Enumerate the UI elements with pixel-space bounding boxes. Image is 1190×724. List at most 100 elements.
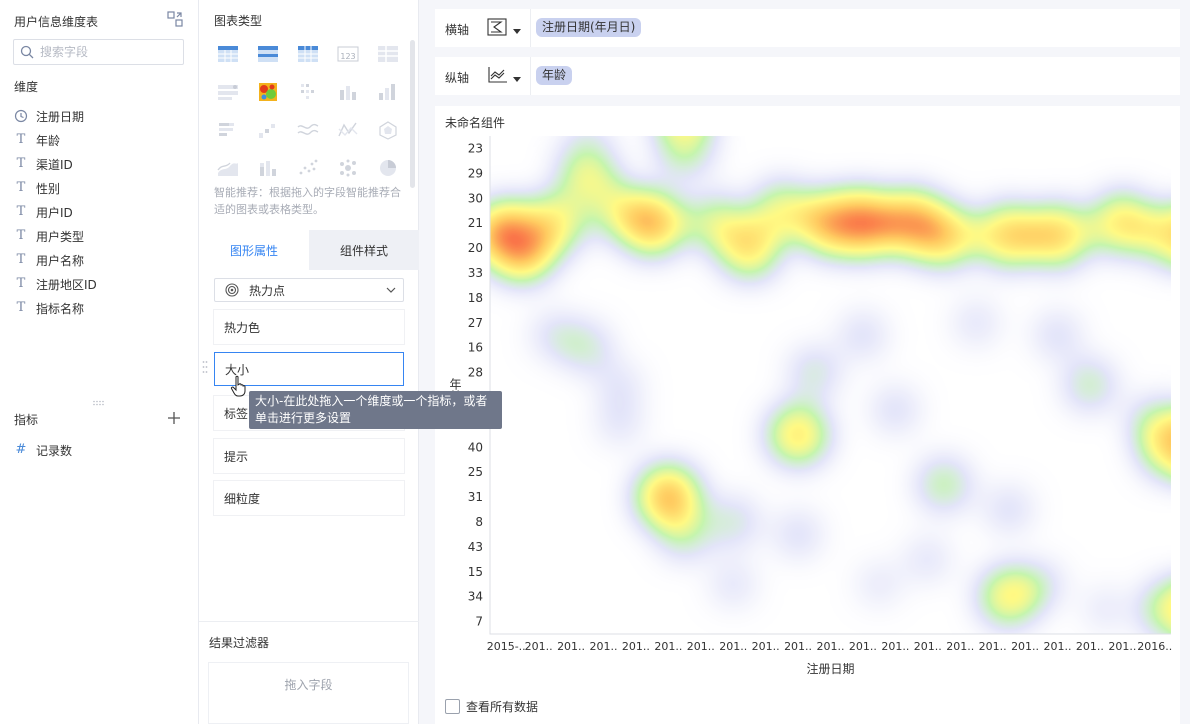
stacked-column-icon[interactable]	[256, 157, 280, 179]
x-tick-label: 201..	[914, 640, 942, 653]
show-all-data-label: 查看所有数据	[466, 700, 539, 714]
chart-types-scrollbar[interactable]	[410, 40, 415, 188]
x-axis-field-pill[interactable]: 注册日期(年月日)	[536, 18, 642, 37]
field-item[interactable]: T 用户ID	[14, 201, 73, 223]
heat-point[interactable]	[912, 204, 976, 267]
add-metric-icon[interactable]	[166, 410, 182, 426]
heat-point[interactable]	[1064, 360, 1115, 410]
text-type-icon: T	[16, 300, 26, 315]
caret-down-icon[interactable]	[513, 29, 521, 35]
field-item[interactable]: T 用户名称	[14, 249, 84, 271]
x-axis-type-icon[interactable]	[487, 18, 509, 36]
heat-point[interactable]	[711, 562, 755, 606]
heat-point[interactable]	[619, 190, 685, 256]
list-icon[interactable]	[216, 81, 240, 103]
checkbox-box[interactable]	[445, 699, 460, 714]
heat-point[interactable]	[918, 458, 970, 511]
y-axis-field-pill[interactable]: 年龄	[536, 66, 573, 85]
x-tick-label: 201..	[719, 640, 747, 653]
detail-table-icon[interactable]	[376, 43, 400, 65]
y-tick-label: 33	[468, 266, 483, 280]
heat-point[interactable]	[525, 193, 585, 253]
search-input[interactable]	[40, 43, 180, 61]
y-tick-label: 15	[468, 565, 483, 579]
pie-chart-icon[interactable]	[376, 157, 400, 179]
field-item[interactable]: # 记录数	[14, 439, 72, 461]
bubble-chart-icon[interactable]	[336, 157, 360, 179]
line-chart-icon[interactable]	[296, 119, 320, 141]
heat-point[interactable]	[1026, 204, 1089, 267]
text-type-icon: T	[16, 180, 26, 195]
switch-table-icon[interactable]	[167, 11, 183, 27]
column-chart-icon[interactable]	[376, 81, 400, 103]
field-item[interactable]: T 性别	[14, 177, 60, 199]
heat-point[interactable]	[598, 363, 642, 407]
x-tick-label: 201..	[784, 640, 812, 653]
heat-point[interactable]	[659, 509, 710, 560]
y-tick-label: 20	[468, 241, 483, 255]
heat-point[interactable]	[709, 497, 758, 547]
scatter-chart-icon[interactable]	[296, 157, 320, 179]
x-tick-label: 201..	[525, 640, 553, 653]
heat-point[interactable]	[1035, 312, 1080, 358]
field-item[interactable]: T 渠道ID	[14, 153, 73, 175]
tab-graphic-properties[interactable]: 图形属性	[199, 230, 309, 270]
field-item[interactable]: 注册日期	[14, 105, 84, 127]
area-chart-icon[interactable]	[216, 157, 240, 179]
drag-handle-icon[interactable]	[202, 360, 208, 374]
field-item[interactable]: T 年龄	[14, 129, 60, 151]
x-axis-row: 横轴 注册日期(年月日)	[435, 9, 1180, 47]
field-item[interactable]: T 指标名称	[14, 297, 84, 319]
number-type-icon: #	[15, 442, 27, 457]
filter-drop-zone[interactable]: 拖入字段	[208, 662, 409, 724]
y-tick-label: 16	[468, 341, 483, 355]
heat-point[interactable]	[840, 312, 886, 358]
y-tick-label: 27	[468, 316, 483, 330]
mark-type-select[interactable]: 热力点	[214, 278, 404, 302]
field-label: 用户类型	[36, 229, 85, 244]
y-tick-label: 25	[468, 465, 483, 479]
heat-point[interactable]	[955, 301, 998, 345]
field-label: 用户ID	[36, 205, 73, 220]
resize-handle-icon[interactable]	[92, 400, 106, 406]
table-icon[interactable]	[216, 43, 240, 65]
box-icon[interactable]	[376, 119, 400, 141]
axis-separator	[530, 57, 531, 95]
dot-matrix-icon[interactable]	[296, 81, 320, 103]
kpi-number-icon[interactable]: 123	[336, 43, 360, 65]
field-label: 年龄	[36, 133, 61, 148]
caret-down-icon[interactable]	[513, 77, 521, 83]
field-label: 记录数	[36, 443, 73, 458]
stacked-bar-icon[interactable]	[216, 119, 240, 141]
field-item[interactable]: T 注册地区ID	[14, 273, 97, 295]
heat-point[interactable]	[873, 387, 918, 433]
grouped-table-icon[interactable]	[256, 43, 280, 65]
heat-point[interactable]	[1085, 588, 1127, 630]
hand-cursor-icon	[230, 375, 246, 397]
prop-heat-color[interactable]: 热力色	[214, 310, 404, 344]
heat-point[interactable]	[986, 487, 1032, 532]
heat-point[interactable]	[1018, 561, 1064, 607]
heat-point[interactable]	[858, 563, 900, 605]
heatmap-map-icon[interactable]	[256, 81, 280, 103]
heat-point[interactable]	[532, 312, 578, 358]
dimensions-label: 维度	[14, 80, 39, 94]
prop-granularity[interactable]: 细粒度	[214, 481, 404, 515]
step-chart-icon[interactable]	[256, 119, 280, 141]
heat-point[interactable]	[767, 404, 829, 466]
cross-table-icon[interactable]	[296, 43, 320, 65]
property-tabs: 图形属性 组件样式	[199, 230, 419, 270]
heat-point[interactable]	[775, 512, 821, 557]
field-label: 渠道ID	[36, 157, 73, 172]
prop-tooltip[interactable]: 提示	[214, 439, 404, 473]
bar-chart-icon[interactable]	[336, 81, 360, 103]
y-axis-type-icon[interactable]	[487, 66, 509, 84]
heat-point[interactable]	[906, 537, 950, 581]
tab-component-style[interactable]: 组件样式	[309, 230, 419, 270]
heat-point[interactable]	[790, 348, 839, 397]
field-search[interactable]	[13, 39, 184, 65]
field-item[interactable]: T 用户类型	[14, 225, 84, 247]
radar-chart-icon[interactable]	[336, 119, 360, 141]
heat-point[interactable]	[598, 400, 642, 444]
show-all-data-checkbox[interactable]: 查看所有数据	[445, 698, 538, 715]
